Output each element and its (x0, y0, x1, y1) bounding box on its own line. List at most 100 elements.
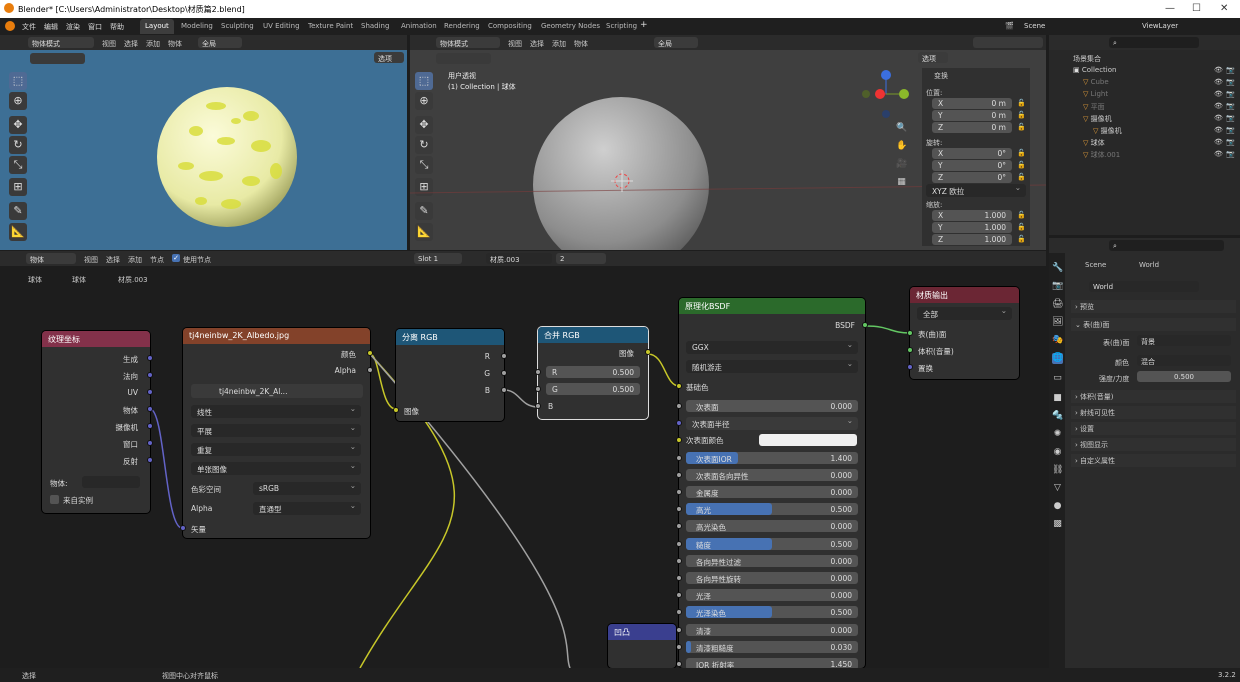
main-orientation-select[interactable]: 全局 (654, 37, 698, 48)
bsdf-input-socket[interactable] (676, 403, 682, 409)
lock-icon[interactable]: 🔓 (1016, 98, 1027, 109)
node-editor-canvas[interactable]: 球体 球体 材质.003 纹理坐标 物体: 来自实例 生成 法向 UV 物体 摄像机 窗口… (0, 266, 1046, 670)
close-icon[interactable]: ✕ (1220, 3, 1228, 14)
bsdf-input-socket[interactable] (676, 523, 682, 530)
viewlayer-name[interactable]: ViewLayer (1142, 22, 1178, 30)
transform-tool-icon[interactable]: ⊞ (9, 178, 27, 196)
render-camera-icon[interactable]: 📷 (1225, 65, 1236, 76)
bsdf-input-socket[interactable] (676, 540, 682, 547)
workspace-tab-1[interactable]: Modeling (176, 19, 218, 34)
image-texture-node[interactable]: tj4neinbw_2K_Albedo.jpg 颜色 Alpha tj4nein… (180, 328, 373, 538)
left-menu-add[interactable]: 添加 (146, 39, 160, 49)
separate-rgb-node[interactable]: 分离 RGB R G B 图像 (393, 329, 507, 421)
bsdf-input-field[interactable]: 各向异性旋转 0.000 (686, 572, 858, 584)
bsdf-input-field[interactable]: 高光 0.500 (686, 503, 858, 516)
rotation-x-field[interactable]: X 0° (932, 148, 1012, 159)
texcoord-output-socket[interactable] (147, 389, 153, 395)
use-nodes-checkbox[interactable]: ✓ (172, 254, 180, 262)
render-camera-icon[interactable]: 📷 (1225, 89, 1236, 100)
workspace-tab-2[interactable]: Sculpting (216, 19, 259, 34)
principled-bsdf-node[interactable]: 原理化BSDF BSDF GGX 随机游走 基础色 次表面0.000次表面半径次… (676, 298, 868, 670)
main-menu-view[interactable]: 视图 (508, 39, 522, 49)
left-mode-select[interactable]: 物体模式 (28, 37, 94, 48)
shading-mode-buttons[interactable] (973, 37, 1043, 48)
workspace-tab-8[interactable]: Compositing (483, 19, 537, 34)
bsdf-input-socket[interactable] (676, 661, 682, 667)
slot-select[interactable]: Slot 1 (414, 253, 462, 264)
combine-rgb-node[interactable]: 合并 RGB 图像 R 0.500 G 0.500 B (535, 327, 651, 419)
from-instancer-checkbox[interactable] (50, 495, 59, 504)
left-menu-select[interactable]: 选择 (124, 39, 138, 49)
combine-r-socket[interactable] (535, 369, 541, 375)
select-mode-buttons[interactable] (30, 53, 85, 64)
combine-g-socket[interactable] (535, 386, 541, 392)
render-camera-icon[interactable]: 📷 (1225, 113, 1236, 124)
object-tab-icon[interactable]: ■ (1052, 393, 1063, 404)
location-y-field[interactable]: Y 0 m (932, 110, 1012, 121)
colorspace-select[interactable]: sRGB (253, 481, 361, 495)
bsdf-input-field[interactable]: 次表面各向异性 0.000 (686, 468, 858, 481)
lock-icon[interactable]: 🔓 (1016, 172, 1027, 183)
bump-node[interactable]: 凹凸 (608, 624, 676, 668)
location-z-field[interactable]: Z 0 m (932, 122, 1012, 133)
world-tab-icon[interactable]: 🌐 (1052, 353, 1063, 364)
node-menu-select[interactable]: 选择 (106, 255, 120, 265)
collection-tab-icon[interactable]: ▭ (1052, 373, 1063, 384)
bsdf-input-socket[interactable] (676, 592, 682, 599)
workspace-tab-10[interactable]: Scripting (601, 19, 642, 34)
bsdf-output-socket[interactable] (862, 322, 868, 328)
node-menu-view[interactable]: 视图 (84, 255, 98, 265)
base-color-socket[interactable] (676, 383, 682, 389)
subsurface-color-swatch[interactable] (759, 434, 857, 447)
node-menu-add[interactable]: 添加 (128, 255, 142, 265)
menu-render[interactable]: 渲染 (66, 22, 80, 32)
outliner-item[interactable]: ▽ 摄像机 (1093, 126, 1122, 136)
visibility-eye-icon[interactable]: 👁 (1213, 101, 1224, 112)
combine-image-socket[interactable] (645, 349, 651, 355)
left-options-button[interactable]: 选项 (374, 52, 404, 63)
bsdf-input-field[interactable]: 光泽染色 0.500 (686, 606, 858, 619)
workspace-tab-3[interactable]: UV Editing (258, 19, 305, 34)
rotation-y-field[interactable]: Y 0° (932, 160, 1012, 171)
output-displacement-socket[interactable] (907, 364, 913, 370)
visibility-eye-icon[interactable]: 👁 (1213, 65, 1224, 76)
rotate-tool-icon[interactable]: ↻ (9, 136, 27, 154)
scene-name[interactable]: Scene (1024, 22, 1045, 30)
camera-view-icon[interactable]: 🎥 (896, 159, 907, 170)
lock-icon[interactable]: 🔓 (1016, 222, 1027, 233)
maximize-icon[interactable]: ☐ (1192, 3, 1201, 14)
lock-icon[interactable]: 🔓 (1016, 210, 1027, 221)
bsdf-input-field[interactable]: 高光染色 0.000 (686, 520, 858, 533)
visibility-eye-icon[interactable]: 👁 (1213, 77, 1224, 88)
outliner-item[interactable]: ▽ 球体 (1083, 138, 1105, 148)
bsdf-input-socket[interactable] (676, 609, 682, 616)
bsdf-input-socket[interactable] (676, 557, 682, 564)
texcoord-node[interactable]: 纹理坐标 物体: 来自实例 生成 法向 UV 物体 摄像机 窗口 反射 (42, 331, 153, 513)
workspace-tab-0[interactable]: Layout (140, 19, 174, 34)
image-datablock[interactable]: tj4neinbw_2K_Al... (191, 384, 363, 398)
extension-select[interactable]: 重复 (191, 442, 361, 456)
section-6[interactable]: › 自定义属性 (1071, 454, 1236, 467)
texcoord-object-field[interactable] (82, 476, 140, 488)
interp-select[interactable]: 线性 (191, 404, 361, 418)
scene-icon[interactable]: 🎬 (1005, 22, 1014, 30)
grid-view-icon[interactable]: ▦ (896, 177, 907, 188)
scale-tool-icon[interactable]: ⤡ (9, 156, 27, 174)
rotation-mode-select[interactable]: XYZ 欧拉 (926, 183, 1026, 197)
scale-z-field[interactable]: Z 1.000 (932, 234, 1012, 245)
separate-r-socket[interactable] (501, 353, 507, 359)
section-0[interactable]: › 预览 (1071, 300, 1236, 313)
combine-b-socket[interactable] (535, 403, 541, 409)
main-menu-object[interactable]: 物体 (574, 39, 588, 49)
textured-sphere[interactable] (156, 86, 298, 228)
tool-tab-icon[interactable]: 🔧 (1052, 263, 1063, 274)
zoom-icon[interactable]: 🔍 (896, 123, 907, 134)
texcoord-output-socket[interactable] (147, 423, 153, 429)
output-target-select[interactable]: 全部 (917, 306, 1012, 320)
combine-g-field[interactable]: G 0.500 (546, 383, 640, 395)
output-volume-socket[interactable] (907, 347, 913, 353)
lock-icon[interactable]: 🔓 (1016, 160, 1027, 171)
workspace-tab-7[interactable]: Rendering (439, 19, 485, 34)
workspace-tab-9[interactable]: Geometry Nodes (536, 19, 605, 34)
constraints-tab-icon[interactable]: ⛓ (1052, 465, 1063, 476)
